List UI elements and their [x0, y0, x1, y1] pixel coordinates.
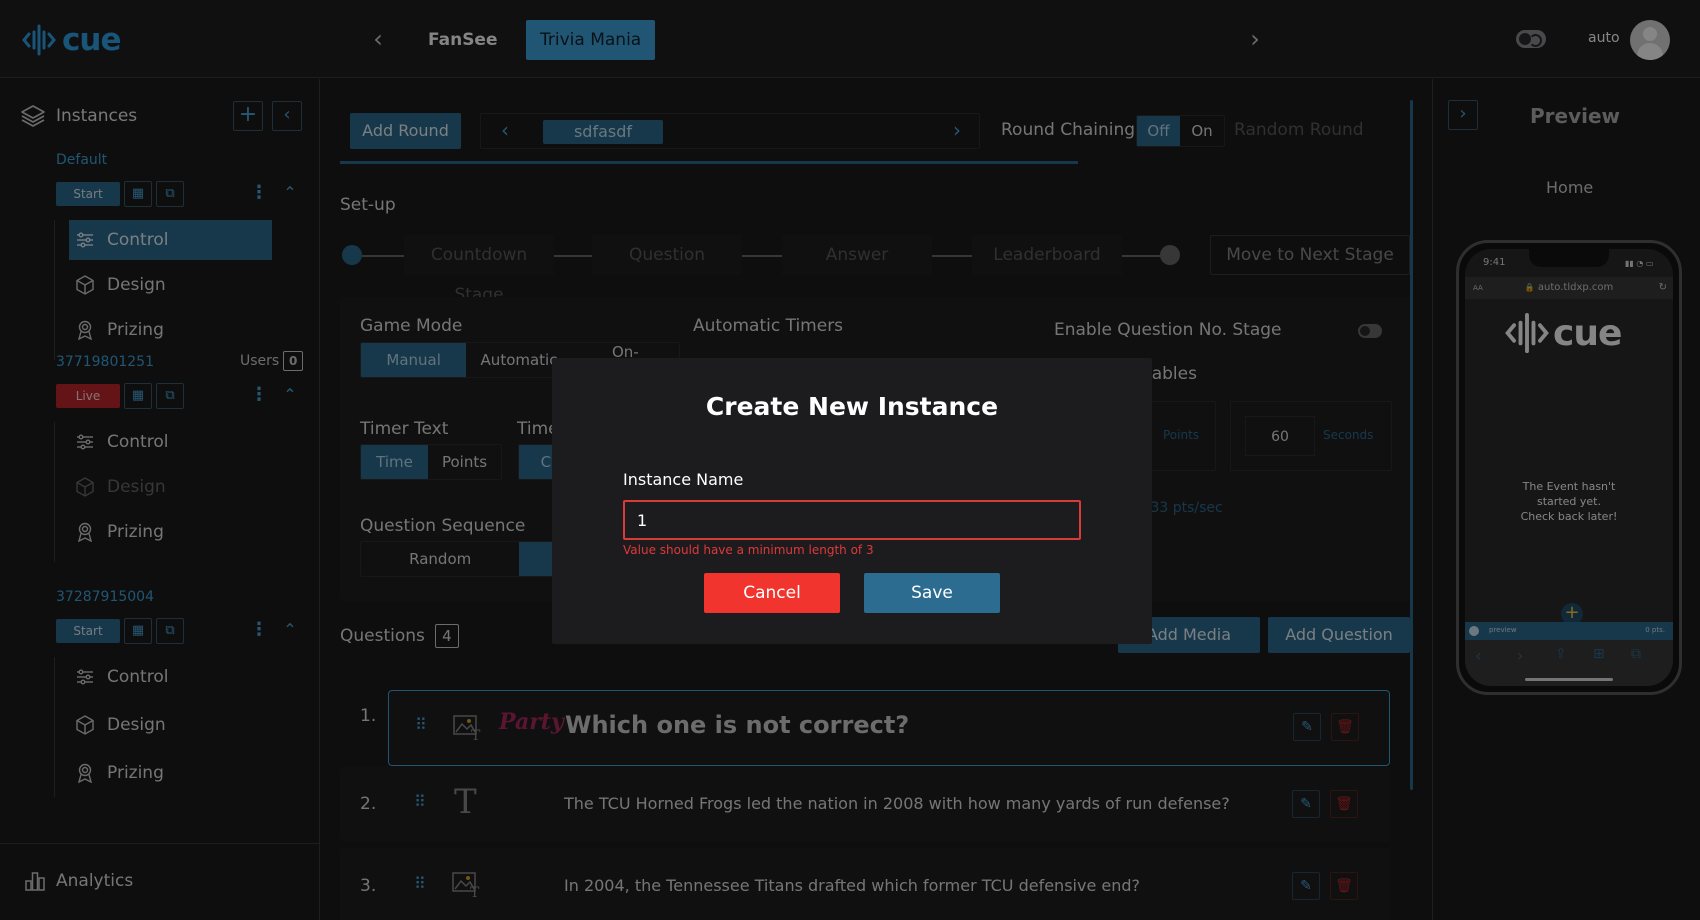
save-button[interactable]: Save: [864, 573, 1000, 613]
instance-name-input[interactable]: [623, 500, 1081, 540]
modal-title: Create New Instance: [705, 392, 999, 421]
instance-name-label: Instance Name: [623, 470, 744, 489]
validation-error: Value should have a minimum length of 3: [623, 543, 874, 557]
cancel-button[interactable]: Cancel: [704, 573, 840, 613]
create-instance-modal: Create New Instance Instance Name Value …: [552, 358, 1152, 644]
